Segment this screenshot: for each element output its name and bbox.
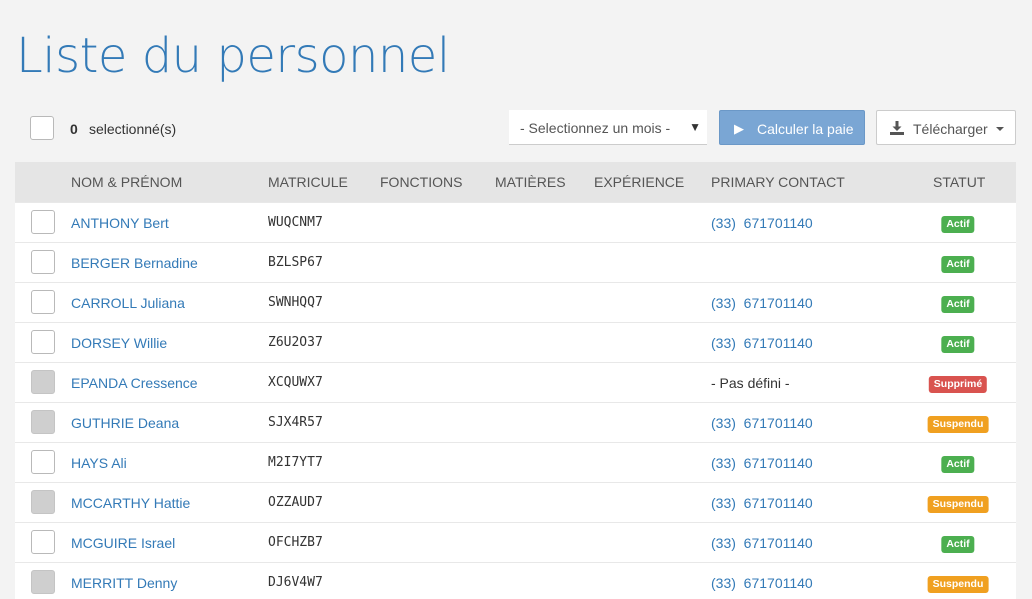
staff-name-link[interactable]: MCCARTHY Hattie <box>71 495 190 511</box>
matricule-cell: BZLSP67 <box>268 255 323 270</box>
month-select-value: - Selectionnez un mois - <box>520 120 671 136</box>
table-row[interactable]: HAYS Ali M2I7YT7 (33) 671701140 Actif <box>15 442 1016 482</box>
row-checkbox[interactable] <box>31 290 55 314</box>
dropdown-arrow-icon: ▼ <box>689 120 701 134</box>
page-title: Liste du personnel <box>16 28 450 84</box>
month-select[interactable]: - Selectionnez un mois - ▼ <box>509 110 707 145</box>
contact-phone-link[interactable]: (33) 671701140 <box>711 495 813 511</box>
download-label: Télécharger <box>913 121 988 137</box>
selected-label: selectionné(s) <box>89 121 177 137</box>
download-button[interactable]: Télécharger <box>876 110 1016 145</box>
toolbar: 0 selectionné(s) - Selectionnez un mois … <box>0 110 1032 146</box>
selected-count: 0 <box>70 121 78 137</box>
matricule-cell: XCQUWX7 <box>268 375 323 390</box>
table-row[interactable]: EPANDA Cressence XCQUWX7 - Pas défini - Sup… <box>15 362 1016 402</box>
table-row[interactable]: MCGUIRE Israel OFCHZB7 (33) 671701140 Actif <box>15 522 1016 562</box>
contact-undefined: - Pas défini - <box>711 375 790 391</box>
staff-table: NOM & PRÉNOM MATRICULE FONCTIONS MATIÈRE… <box>15 162 1016 599</box>
contact-phone-link[interactable]: (33) 671701140 <box>711 335 813 351</box>
row-checkbox[interactable] <box>31 210 55 234</box>
row-checkbox <box>31 570 55 594</box>
matricule-cell: SWNHQQ7 <box>268 295 323 310</box>
row-checkbox <box>31 410 55 434</box>
status-badge: Actif <box>941 456 975 473</box>
staff-name-link[interactable]: EPANDA Cressence <box>71 375 198 391</box>
header-matieres[interactable]: MATIÈRES <box>495 174 566 190</box>
contact-phone-link[interactable]: (33) 671701140 <box>711 415 813 431</box>
table-row[interactable]: GUTHRIE Deana SJX4R57 (33) 671701140 Suspen… <box>15 402 1016 442</box>
play-icon: ▶ <box>734 121 744 136</box>
contact-phone-link[interactable]: (33) 671701140 <box>711 215 813 231</box>
table-row[interactable]: ANTHONY Bert WUQCNM7 (33) 671701140 Actif <box>15 202 1016 242</box>
status-badge: Actif <box>941 216 975 233</box>
status-badge: Actif <box>941 256 975 273</box>
matricule-cell: OFCHZB7 <box>268 535 323 550</box>
matricule-cell: OZZAUD7 <box>268 495 323 510</box>
table-row[interactable]: BERGER Bernadine BZLSP67 Actif <box>15 242 1016 282</box>
table-row[interactable]: MCCARTHY Hattie OZZAUD7 (33) 671701140 Susp… <box>15 482 1016 522</box>
chevron-down-icon <box>996 127 1004 131</box>
table-body: ANTHONY Bert WUQCNM7 (33) 671701140 Actif BE… <box>15 202 1016 599</box>
status-badge: Actif <box>941 296 975 313</box>
row-checkbox[interactable] <box>31 530 55 554</box>
header-name[interactable]: NOM & PRÉNOM <box>71 174 182 190</box>
row-checkbox[interactable] <box>31 450 55 474</box>
table-row[interactable]: CARROLL Juliana SWNHQQ7 (33) 671701140 Acti… <box>15 282 1016 322</box>
status-badge: Suspendu <box>927 496 989 513</box>
status-badge: Actif <box>941 536 975 553</box>
staff-name-link[interactable]: MERRITT Denny <box>71 575 177 591</box>
status-badge: Supprimé <box>928 376 988 393</box>
staff-name-link[interactable]: ANTHONY Bert <box>71 215 169 231</box>
matricule-cell: Z6U2O37 <box>268 335 323 350</box>
status-badge: Suspendu <box>927 576 989 593</box>
staff-name-link[interactable]: GUTHRIE Deana <box>71 415 179 431</box>
staff-name-link[interactable]: CARROLL Juliana <box>71 295 185 311</box>
contact-phone-link[interactable]: (33) 671701140 <box>711 295 813 311</box>
staff-name-link[interactable]: MCGUIRE Israel <box>71 535 175 551</box>
row-checkbox[interactable] <box>31 250 55 274</box>
staff-name-link[interactable]: DORSEY Willie <box>71 335 167 351</box>
select-all-checkbox[interactable] <box>30 116 54 140</box>
header-fonctions[interactable]: FONCTIONS <box>380 174 462 190</box>
row-checkbox[interactable] <box>31 330 55 354</box>
staff-name-link[interactable]: BERGER Bernadine <box>71 255 198 271</box>
header-statut[interactable]: STATUT <box>933 174 985 190</box>
calculate-pay-label: Calculer la paie <box>757 121 854 137</box>
contact-phone-link[interactable]: (33) 671701140 <box>711 575 813 591</box>
calculate-pay-button[interactable]: ▶ Calculer la paie <box>719 110 865 145</box>
table-header: NOM & PRÉNOM MATRICULE FONCTIONS MATIÈRE… <box>15 162 1016 202</box>
download-icon <box>890 121 904 135</box>
matricule-cell: DJ6V4W7 <box>268 575 323 590</box>
status-badge: Suspendu <box>927 416 989 433</box>
contact-phone-link[interactable]: (33) 671701140 <box>711 455 813 471</box>
table-row[interactable]: MERRITT Denny DJ6V4W7 (33) 671701140 Suspen… <box>15 562 1016 599</box>
contact-phone-link[interactable]: (33) 671701140 <box>711 535 813 551</box>
staff-name-link[interactable]: HAYS Ali <box>71 455 127 471</box>
header-contact[interactable]: PRIMARY CONTACT <box>711 174 845 190</box>
matricule-cell: M2I7YT7 <box>268 455 323 470</box>
status-badge: Actif <box>941 336 975 353</box>
matricule-cell: WUQCNM7 <box>268 215 323 230</box>
row-checkbox <box>31 370 55 394</box>
matricule-cell: SJX4R57 <box>268 415 323 430</box>
header-matricule[interactable]: MATRICULE <box>268 174 348 190</box>
table-row[interactable]: DORSEY Willie Z6U2O37 (33) 671701140 Actif <box>15 322 1016 362</box>
row-checkbox <box>31 490 55 514</box>
header-experience[interactable]: EXPÉRIENCE <box>594 174 684 190</box>
